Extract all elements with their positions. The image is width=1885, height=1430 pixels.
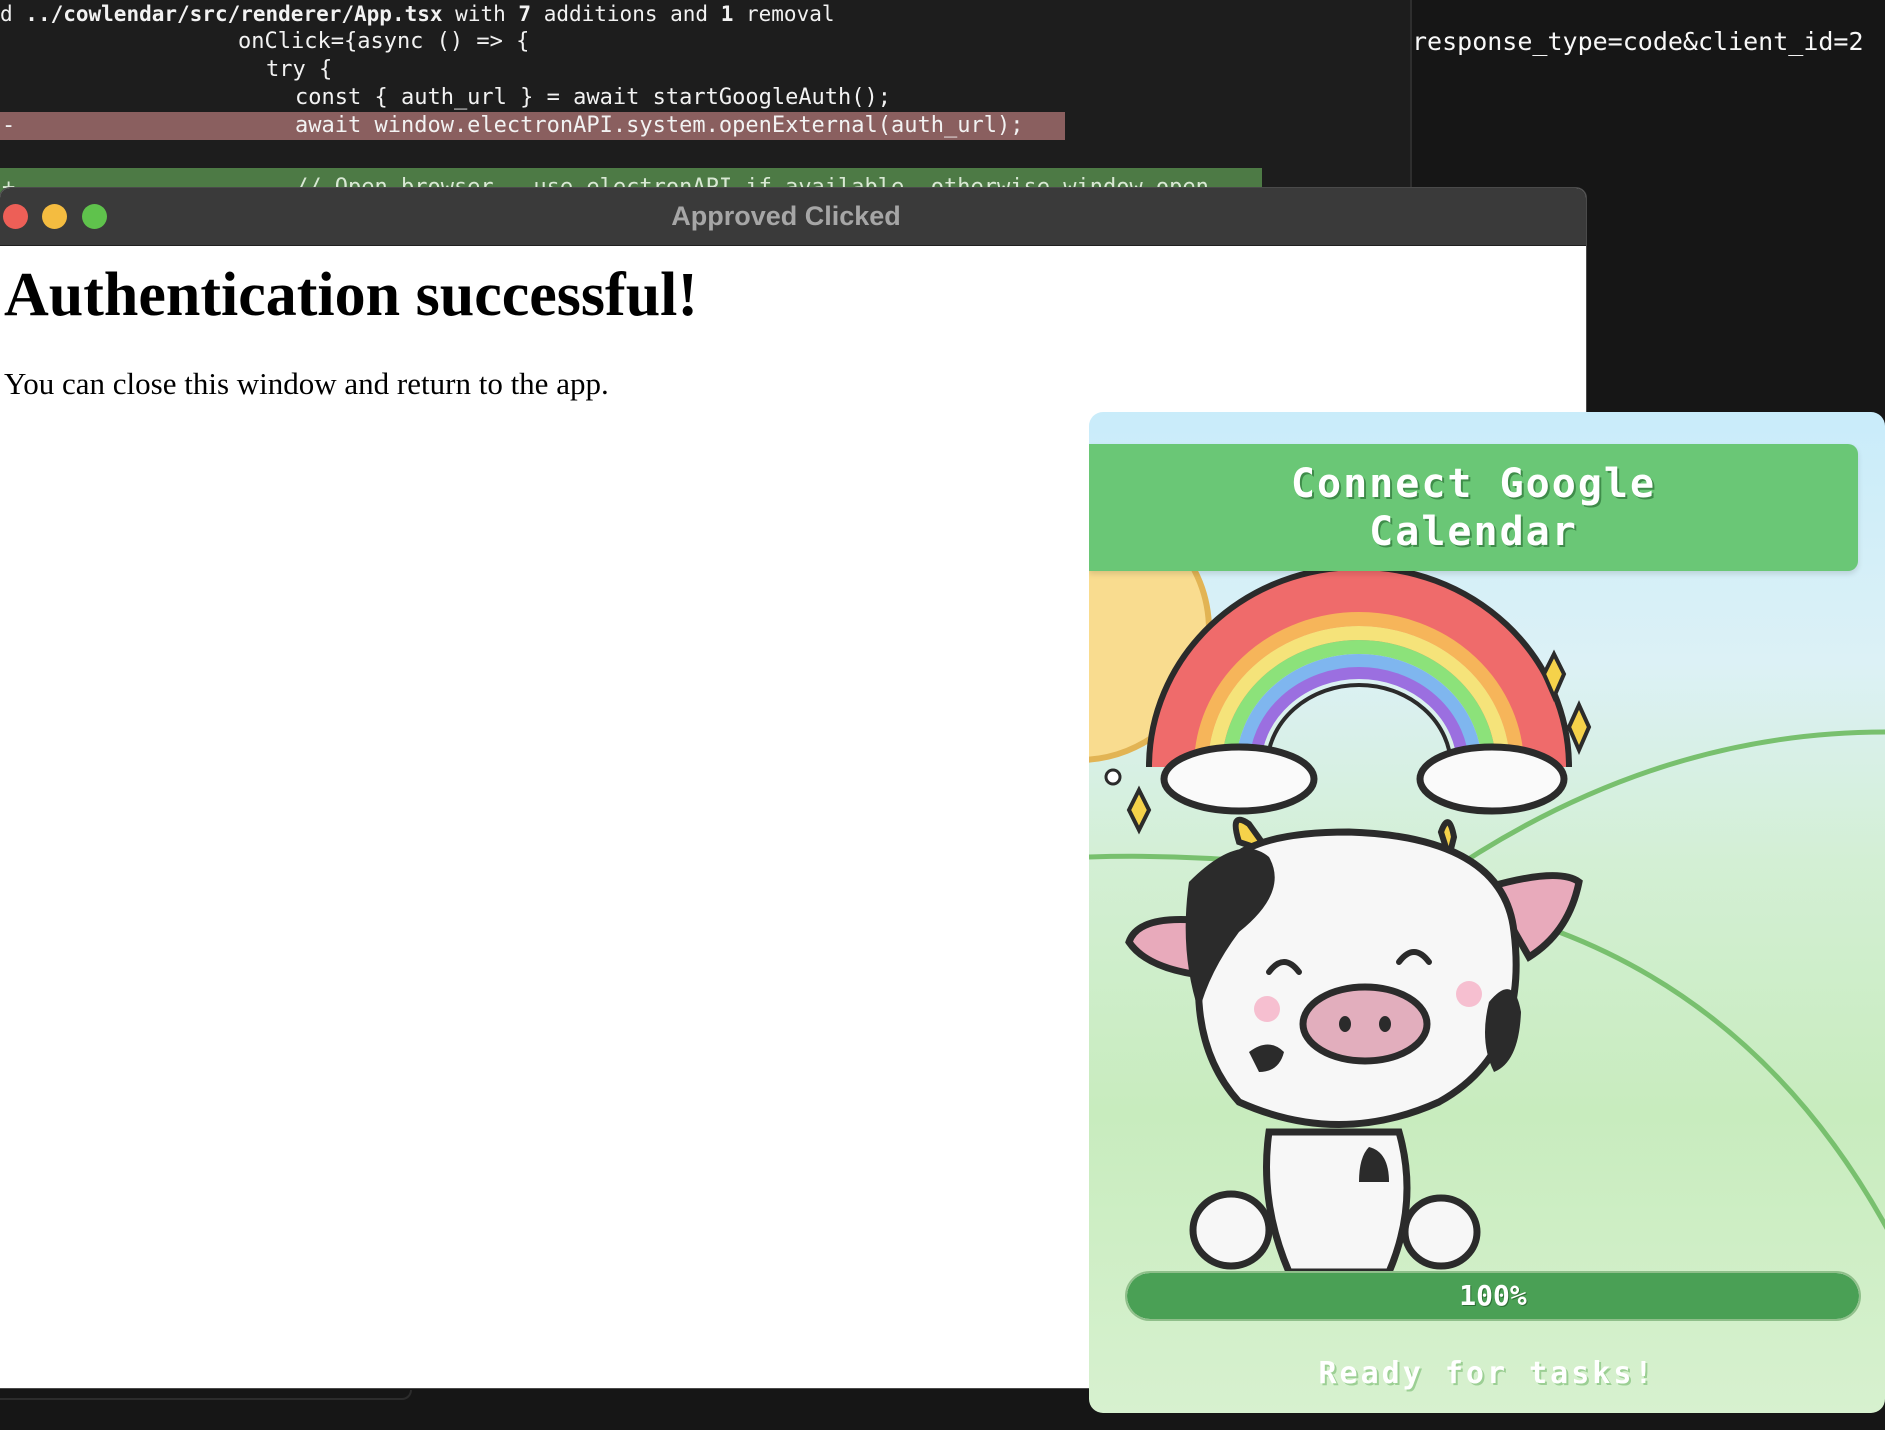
cow-icon	[1125, 816, 1583, 1276]
rainbow-icon	[1146, 564, 1572, 769]
diff-removed-marker: -	[2, 113, 16, 138]
connect-google-calendar-label: Connect Google Calendar	[1290, 460, 1657, 555]
diff-removals-count: 1	[720, 2, 734, 26]
progress-label: 100%	[1459, 1279, 1527, 1312]
sparkle-icon	[1566, 700, 1592, 756]
code-line: const { auth_url } = await startGoogleAu…	[295, 85, 892, 110]
progress-bar: 100%	[1125, 1271, 1861, 1321]
diff-removed-line: - await window.electronAPI.system.openEx…	[0, 112, 1065, 140]
connect-google-calendar-button[interactable]: Connect Google Calendar	[1089, 444, 1858, 571]
sparkle-dot-icon	[1104, 768, 1122, 786]
cowlendar-app-widget: Connect Google Calendar 100% Ready for t…	[1089, 412, 1885, 1413]
diff-additions-count: 7	[518, 2, 532, 26]
sparkle-icon	[1126, 785, 1152, 835]
diff-prefix: d	[0, 2, 26, 26]
window-title: Approved Clicked	[671, 201, 901, 231]
code-line: try {	[266, 57, 333, 82]
terminal-url-fragment: response_type=code&client_id=2	[1412, 27, 1864, 56]
diff-file-path: ../cowlendar/src/renderer/App.tsx	[25, 2, 443, 26]
background-window-edge	[0, 1390, 412, 1400]
cloud-right-icon	[1416, 743, 1568, 815]
cloud-left-icon	[1160, 743, 1318, 815]
page-heading: Authentication successful!	[4, 261, 699, 329]
diff-header: d ../cowlendar/src/renderer/App.tsx with…	[0, 0, 835, 28]
terminal-window: d ../cowlendar/src/renderer/App.tsx with…	[0, 0, 1412, 200]
diff-removals-label: removal	[733, 2, 835, 26]
hill-curve	[1558, 929, 1885, 1230]
code-line: onClick={async () => {	[238, 29, 530, 54]
page-message: You can close this window and return to …	[4, 366, 609, 401]
diff-with: with	[442, 2, 519, 26]
status-message: Ready for tasks!	[1318, 1356, 1656, 1391]
window-titlebar[interactable]: Approved Clicked	[0, 188, 1586, 246]
diff-removed-code: await window.electronAPI.system.openExte…	[295, 113, 1024, 138]
diff-additions-label: additions and	[531, 2, 721, 26]
